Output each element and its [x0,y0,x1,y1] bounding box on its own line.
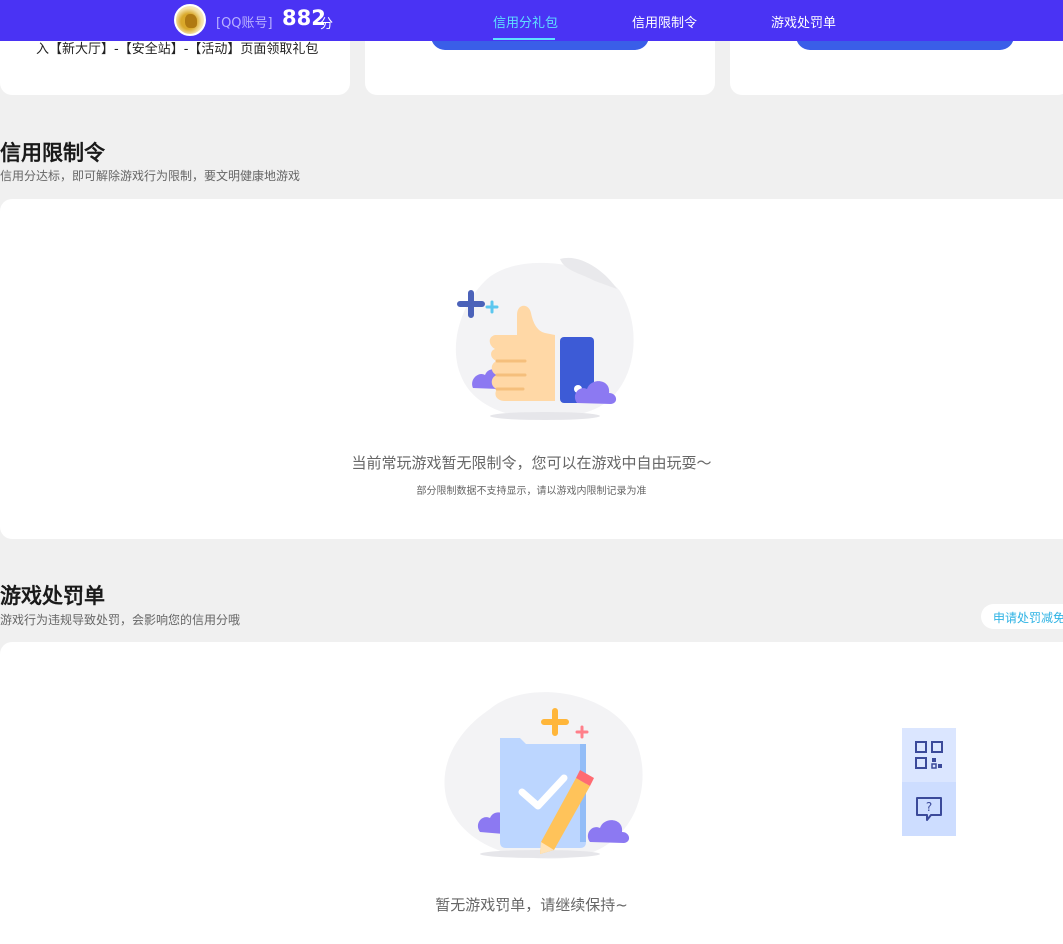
restriction-panel: 当前常玩游戏暂无限制令，您可以在游戏中自由玩耍～ 部分限制数据不支持显示，请以游… [0,199,1063,539]
svg-text:?: ? [926,800,932,814]
qr-code-button[interactable] [902,728,956,782]
document-check-illustration [444,692,643,859]
penalty-empty-message: 暂无游戏罚单，请继续保持~ [435,896,628,914]
restriction-section-title: 信用限制令 [0,141,105,165]
active-tab-indicator [493,38,555,40]
tab-game-penalty[interactable]: 游戏处罚单 [771,12,836,31]
help-feedback-button[interactable]: ? [902,782,956,836]
restriction-section-subtitle: 信用分达标，即可解除游戏行为限制，要文明健康地游戏 [0,169,301,183]
thumbs-up-illustration [455,257,634,420]
top-nav-bar: [QQ账号] 882 分 信用分礼包 信用限制令 游戏处罚单 [0,0,1063,41]
penalty-section-subtitle: 游戏行为违规导致处罚，会影响您的信用分哦 [0,613,241,627]
penalty-section-title: 游戏处罚单 [0,584,105,608]
side-tool-bar: ? [902,728,956,836]
apply-penalty-reduction-button[interactable]: 申请处罚减免 [981,604,1063,629]
credit-score-unit: 分 [320,17,334,32]
help-chat-icon: ? [916,797,942,821]
restriction-empty-message: 当前常玩游戏暂无限制令，您可以在游戏中自由玩耍～ [351,454,712,472]
tab-credit-gift[interactable]: 信用分礼包 [493,12,558,31]
illustration-shadow [490,412,600,420]
qr-code-icon [915,741,943,769]
account-type-label: [QQ账号] [216,16,273,31]
avatar[interactable] [174,4,206,36]
tab-credit-restriction[interactable]: 信用限制令 [632,12,697,31]
restriction-empty-note: 部分限制数据不支持显示，请以游戏内限制记录为准 [416,486,647,497]
